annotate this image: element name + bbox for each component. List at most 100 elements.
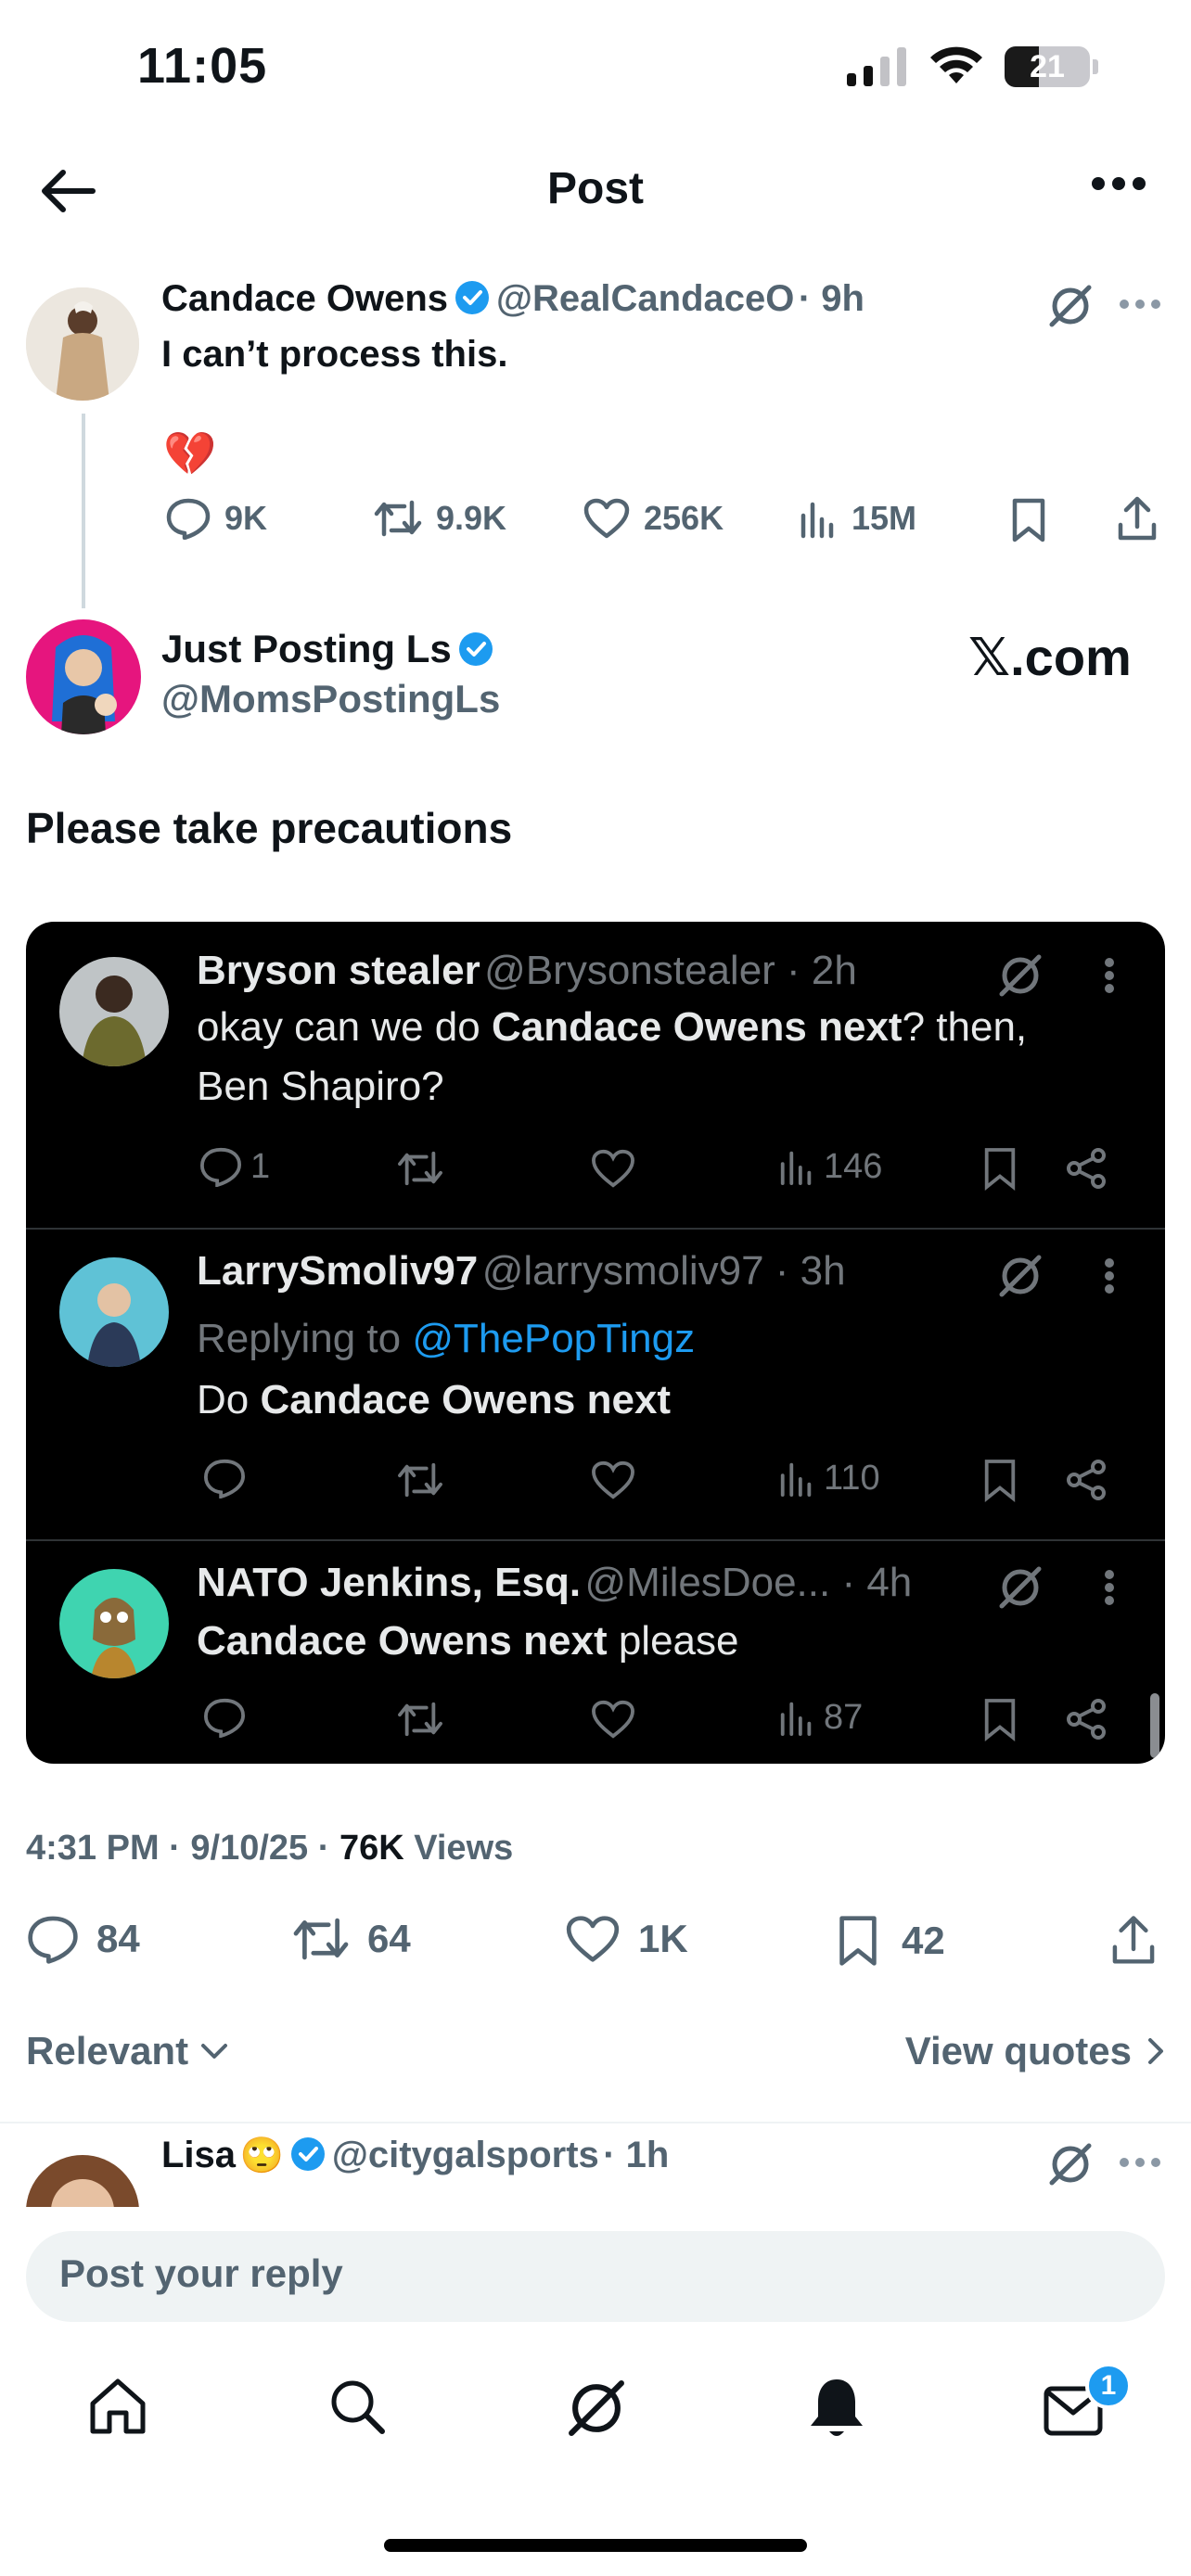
analytics-icon <box>800 502 834 539</box>
view-quotes-link[interactable]: View quotes <box>905 2029 1165 2073</box>
analytics-icon <box>780 1462 812 1498</box>
home-indicator <box>384 2539 807 2552</box>
embedded-author-name: NATO Jenkins, Esq. <box>197 1560 582 1605</box>
grok-icon[interactable] <box>1046 282 1095 330</box>
sort-label: Relevant <box>26 2029 189 2072</box>
avatar <box>26 2155 139 2207</box>
embedded-post-text: Do Candace Owens next <box>197 1377 672 1422</box>
embedded-header: Bryson stealer @Brysonstealer · 2h <box>197 948 857 994</box>
avatar[interactable] <box>26 619 141 734</box>
author-name[interactable]: Candace Owens <box>161 278 448 319</box>
views-label: Views <box>403 1829 514 1868</box>
author-name[interactable]: Lisa <box>161 2135 236 2175</box>
grok-icon[interactable] <box>1046 2140 1095 2188</box>
author-emoji: 🙄 <box>239 2136 284 2175</box>
heart-icon <box>592 1460 634 1499</box>
reply-icon <box>28 1916 78 1964</box>
repost-button[interactable]: 64 <box>291 1914 411 1964</box>
cellular-signal-icon <box>847 47 906 86</box>
heart-icon <box>566 1916 620 1962</box>
view-count: 76K <box>339 1829 404 1868</box>
kebab-menu-icon <box>1105 958 1114 993</box>
avatar <box>59 1257 169 1367</box>
analytics-icon <box>780 1702 812 1737</box>
bookmark-icon <box>839 1916 877 1966</box>
replying-to: Replying to @ThePopTingz <box>197 1316 696 1361</box>
grok-icon <box>999 954 1042 997</box>
like-count: 1K <box>638 1917 688 1960</box>
messages-badge: 1 <box>1085 2363 1132 2409</box>
heart-icon <box>583 498 630 539</box>
embedded-author-handle: @Brysonstealer · 2h <box>484 948 857 993</box>
post-timestamp: 4:31 PM · 9/10/25 · <box>26 1829 339 1868</box>
reply-preview[interactable]: Lisa 🙄 @citygalsports · 1h <box>0 2123 1191 2207</box>
kebab-menu-icon <box>1105 1570 1114 1605</box>
reply-count: 84 <box>96 1917 140 1960</box>
search-icon[interactable] <box>327 2376 388 2437</box>
reply-count: 9K <box>224 499 268 537</box>
share-icon[interactable] <box>1115 495 1159 543</box>
post-meta: 4:31 PM · 9/10/25 · 76K Views <box>26 1829 513 1868</box>
share-icon <box>1067 1460 1106 1500</box>
bookmark-icon <box>984 1148 1016 1191</box>
author-name[interactable]: Just Posting Ls <box>161 627 452 670</box>
embedded-screenshot[interactable]: Bryson stealer @Brysonstealer · 2h okay … <box>26 922 1165 1764</box>
embedded-post-text: okay can we do Candace Owens next? then,… <box>197 1004 1028 1109</box>
embedded-author-name: LarrySmoliv97 <box>197 1248 479 1294</box>
wifi-icon <box>930 46 982 83</box>
chevron-right-icon <box>1148 2038 1163 2064</box>
bookmark-icon <box>984 1460 1016 1502</box>
more-options-icon[interactable] <box>1091 176 1146 191</box>
embedded-header: LarrySmoliv97 @larrysmoliv97 · 3h <box>197 1248 846 1294</box>
embedded-header: NATO Jenkins, Esq. @MilesDoe... · 4h <box>197 1560 912 1606</box>
repost-icon <box>398 1462 442 1498</box>
author-handle[interactable]: @RealCandaceO <box>496 278 794 319</box>
avatar[interactable] <box>26 287 139 401</box>
embedded-author-handle: @MilesDoe... · 4h <box>584 1560 913 1605</box>
views-button[interactable]: 15M <box>798 497 916 540</box>
parent-post-header: Candace Owens @RealCandaceO · 9h <box>161 278 864 320</box>
page-title: Post <box>546 164 644 213</box>
sort-dropdown[interactable]: Relevant <box>26 2029 229 2073</box>
share-icon <box>1067 1148 1106 1189</box>
heart-icon <box>592 1700 634 1739</box>
post-time: · 1h <box>603 2135 670 2175</box>
reply-button[interactable]: 9K <box>165 497 267 540</box>
verified-badge-icon <box>290 2137 325 2171</box>
bookmark-count: 42 <box>902 1919 945 1962</box>
embedded-reply: 1 <box>198 1146 270 1187</box>
like-button[interactable]: 1K <box>564 1914 688 1964</box>
embedded-author-name: Bryson stealer <box>197 948 480 993</box>
post-text: I can’t process this. <box>161 334 508 375</box>
repost-count: 64 <box>367 1917 411 1960</box>
more-options-icon[interactable] <box>1119 2157 1161 2168</box>
embedded-views: 87 <box>777 1697 863 1738</box>
like-count: 256K <box>644 499 724 537</box>
view-quotes-label: View quotes <box>904 2029 1132 2072</box>
repost-count: 9.9K <box>436 499 507 537</box>
like-button[interactable]: 256K <box>583 497 724 540</box>
reply-button[interactable]: 84 <box>26 1914 140 1964</box>
bookmark-button[interactable]: 42 <box>835 1914 945 1968</box>
home-icon[interactable] <box>87 2376 148 2437</box>
repost-button[interactable]: 9.9K <box>373 497 506 540</box>
notifications-bell-icon[interactable] <box>807 2376 866 2441</box>
embedded-views: 146 <box>777 1146 882 1187</box>
status-time: 11:05 <box>137 38 268 94</box>
share-icon <box>1067 1699 1106 1740</box>
view-count: 15M <box>852 499 917 537</box>
grok-icon[interactable] <box>564 2376 629 2441</box>
grok-icon <box>999 1255 1042 1297</box>
reply-placeholder: Post your reply <box>59 2251 343 2295</box>
share-icon[interactable] <box>1108 1914 1159 1968</box>
kebab-menu-icon <box>1105 1258 1114 1294</box>
more-options-icon[interactable] <box>1119 299 1161 310</box>
verified-badge-icon <box>455 281 490 314</box>
battery-level: 21 <box>1030 48 1065 84</box>
author-handle[interactable]: @MomsPostingLs <box>161 677 500 721</box>
reply-header: Lisa 🙄 @citygalsports · 1h <box>161 2135 669 2176</box>
scrollbar <box>1150 1693 1159 1758</box>
author-handle[interactable]: @citygalsports <box>332 2135 599 2175</box>
post-emoji: 💔 <box>163 429 217 478</box>
bookmark-icon[interactable] <box>1009 497 1048 543</box>
